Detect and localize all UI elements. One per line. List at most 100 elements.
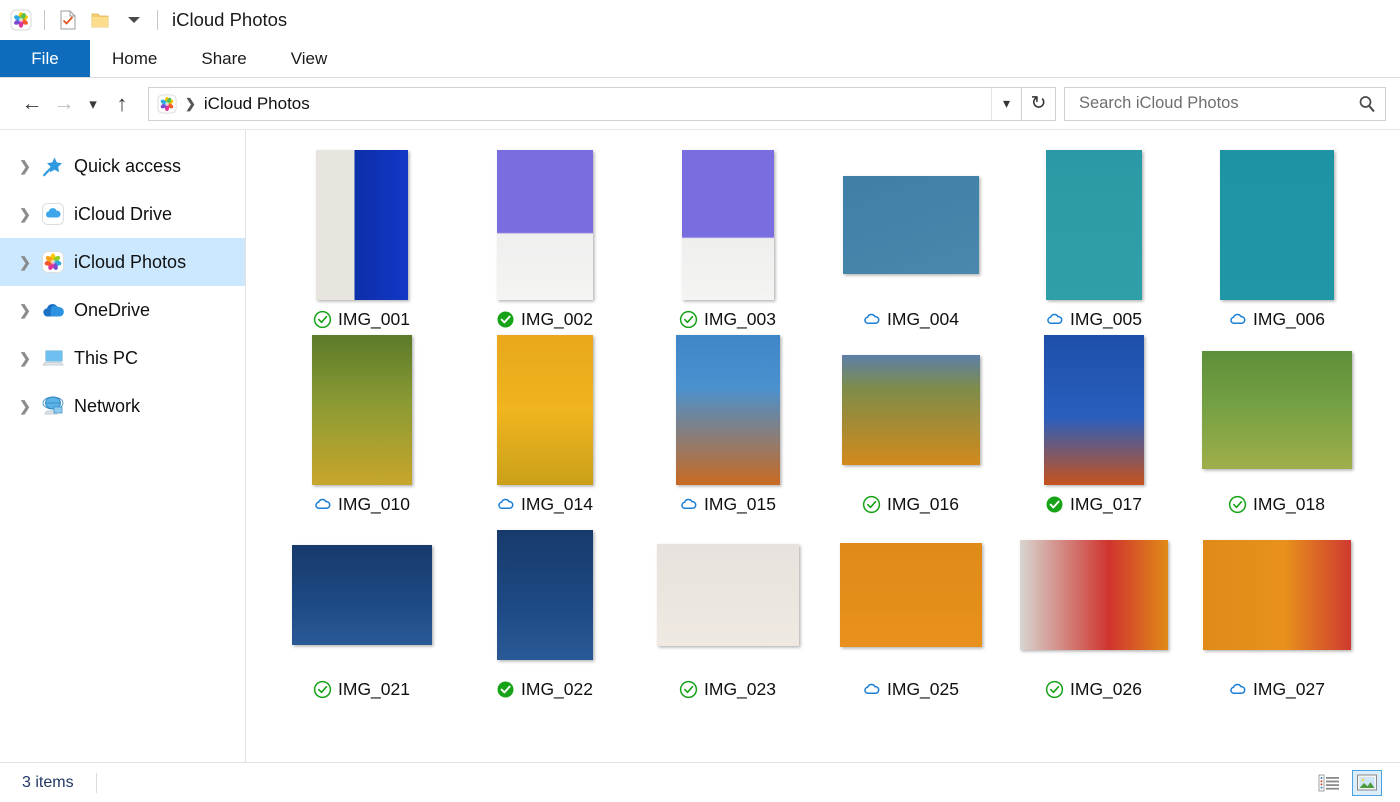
expand-chevron-icon[interactable]: ❯ bbox=[12, 350, 38, 367]
search-icon[interactable] bbox=[1357, 94, 1377, 114]
path-dropdown-icon[interactable]: ▾ bbox=[991, 88, 1021, 120]
sidebar-item-label: OneDrive bbox=[74, 300, 150, 321]
photo-thumbnail[interactable] bbox=[843, 176, 979, 274]
file-item[interactable]: IMG_017 bbox=[1002, 331, 1185, 516]
expand-chevron-icon[interactable]: ❯ bbox=[12, 254, 38, 271]
thumbnail-wrap bbox=[1202, 335, 1352, 485]
sidebar-item-icloud-photos[interactable]: ❯ iCloud Photos bbox=[0, 238, 245, 286]
sync-status-icon bbox=[862, 680, 881, 699]
file-item[interactable]: IMG_022 bbox=[453, 516, 636, 701]
file-item[interactable]: IMG_003 bbox=[636, 146, 819, 331]
file-label-row: IMG_018 bbox=[1228, 492, 1325, 516]
photo-thumbnail[interactable] bbox=[1044, 335, 1144, 485]
sync-status-icon bbox=[496, 310, 515, 329]
file-label-row: IMG_002 bbox=[496, 307, 593, 331]
tab-view[interactable]: View bbox=[269, 40, 350, 77]
file-item[interactable]: IMG_016 bbox=[819, 331, 1002, 516]
forward-button[interactable]: → bbox=[48, 88, 80, 120]
file-name: IMG_021 bbox=[338, 679, 410, 700]
search-input[interactable] bbox=[1077, 93, 1357, 114]
file-item[interactable]: IMG_025 bbox=[819, 516, 1002, 701]
file-item[interactable]: IMG_005 bbox=[1002, 146, 1185, 331]
thumbnail-wrap bbox=[676, 335, 780, 485]
photo-thumbnail[interactable] bbox=[676, 335, 780, 485]
file-item[interactable]: IMG_004 bbox=[819, 146, 1002, 331]
search-box[interactable] bbox=[1064, 87, 1386, 121]
large-icons-view-button[interactable] bbox=[1352, 770, 1382, 796]
file-item[interactable]: IMG_023 bbox=[636, 516, 819, 701]
file-item[interactable]: IMG_026 bbox=[1002, 516, 1185, 701]
sidebar-item-network[interactable]: ❯ Network bbox=[0, 382, 245, 430]
tab-share[interactable]: Share bbox=[179, 40, 268, 77]
expand-chevron-icon[interactable]: ❯ bbox=[12, 398, 38, 415]
photo-thumbnail[interactable] bbox=[1220, 150, 1334, 300]
ribbon-tab-bar: File Home Share View bbox=[0, 40, 1400, 78]
sync-status-icon bbox=[862, 310, 881, 329]
file-item[interactable]: IMG_021 bbox=[270, 516, 453, 701]
sidebar-item-this-pc[interactable]: ❯ This PC bbox=[0, 334, 245, 382]
thumbnail-wrap bbox=[657, 520, 799, 670]
file-item[interactable]: IMG_002 bbox=[453, 146, 636, 331]
photo-thumbnail[interactable] bbox=[1203, 540, 1351, 650]
icloud-photos-icon[interactable] bbox=[8, 7, 34, 33]
file-item[interactable]: IMG_015 bbox=[636, 331, 819, 516]
file-label-row: IMG_014 bbox=[496, 492, 593, 516]
expand-chevron-icon[interactable]: ❯ bbox=[12, 302, 38, 319]
back-button[interactable]: ← bbox=[16, 88, 48, 120]
photo-thumbnail[interactable] bbox=[497, 335, 593, 485]
photo-thumbnail[interactable] bbox=[842, 355, 980, 465]
sync-status-icon bbox=[313, 680, 332, 699]
photo-thumbnail[interactable] bbox=[292, 545, 432, 645]
expand-chevron-icon[interactable]: ❯ bbox=[12, 206, 38, 223]
file-item[interactable]: IMG_018 bbox=[1185, 331, 1368, 516]
large-icons-view-icon bbox=[1356, 773, 1378, 792]
photo-thumbnail[interactable] bbox=[316, 150, 408, 300]
file-name: IMG_001 bbox=[338, 309, 410, 330]
file-item[interactable]: IMG_014 bbox=[453, 331, 636, 516]
sidebar-item-label: This PC bbox=[74, 348, 138, 369]
file-item[interactable]: IMG_006 bbox=[1185, 146, 1368, 331]
file-item[interactable]: IMG_001 bbox=[270, 146, 453, 331]
new-folder-icon[interactable] bbox=[87, 7, 113, 33]
photo-thumbnail[interactable] bbox=[1046, 150, 1142, 300]
file-label-row: IMG_023 bbox=[679, 677, 776, 701]
details-view-button[interactable] bbox=[1314, 770, 1344, 796]
properties-icon[interactable] bbox=[55, 7, 81, 33]
thumbnail-wrap bbox=[1046, 150, 1142, 300]
expand-chevron-icon[interactable]: ❯ bbox=[12, 158, 38, 175]
sync-status-icon bbox=[313, 310, 332, 329]
file-item[interactable]: IMG_010 bbox=[270, 331, 453, 516]
file-name: IMG_027 bbox=[1253, 679, 1325, 700]
path-breadcrumb-bar[interactable]: ❯ iCloud Photos ▾ bbox=[148, 87, 1022, 121]
thumbnail-wrap bbox=[292, 520, 432, 670]
sync-status-icon bbox=[1228, 680, 1247, 699]
breadcrumb-current[interactable]: iCloud Photos bbox=[204, 94, 310, 114]
sync-status-icon bbox=[679, 495, 698, 514]
photo-thumbnail[interactable] bbox=[1202, 351, 1352, 469]
sidebar-item-quick-access[interactable]: ❯ Quick access bbox=[0, 142, 245, 190]
sync-status-icon bbox=[313, 495, 332, 514]
file-label-row: IMG_016 bbox=[862, 492, 959, 516]
photo-thumbnail[interactable] bbox=[497, 530, 593, 660]
photo-thumbnail[interactable] bbox=[1020, 540, 1168, 650]
recent-locations-icon[interactable]: ▾ bbox=[80, 88, 106, 120]
up-button[interactable]: ↑ bbox=[106, 88, 138, 120]
photo-thumbnail[interactable] bbox=[497, 150, 593, 300]
photo-thumbnail[interactable] bbox=[840, 543, 982, 647]
sidebar-item-icloud-drive[interactable]: ❯ iCloud Drive bbox=[0, 190, 245, 238]
thumbnail-wrap bbox=[840, 520, 982, 670]
file-label-row: IMG_022 bbox=[496, 677, 593, 701]
file-grid-row: IMG_021 IMG_022 IMG_023 IMG_025IMG_026 IMG_0… bbox=[270, 516, 1400, 701]
photo-thumbnail[interactable] bbox=[657, 544, 799, 646]
tab-home[interactable]: Home bbox=[90, 40, 179, 77]
tab-file[interactable]: File bbox=[0, 40, 90, 77]
refresh-button[interactable]: ↻ bbox=[1022, 87, 1056, 121]
thumbnail-wrap bbox=[497, 150, 593, 300]
file-label-row: IMG_027 bbox=[1228, 677, 1325, 701]
photo-thumbnail[interactable] bbox=[312, 335, 412, 485]
photo-thumbnail[interactable] bbox=[682, 150, 774, 300]
customize-quick-access-toolbar-icon[interactable] bbox=[121, 7, 147, 33]
sync-status-icon bbox=[1045, 680, 1064, 699]
file-item[interactable]: IMG_027 bbox=[1185, 516, 1368, 701]
sidebar-item-onedrive[interactable]: ❯ OneDrive bbox=[0, 286, 245, 334]
